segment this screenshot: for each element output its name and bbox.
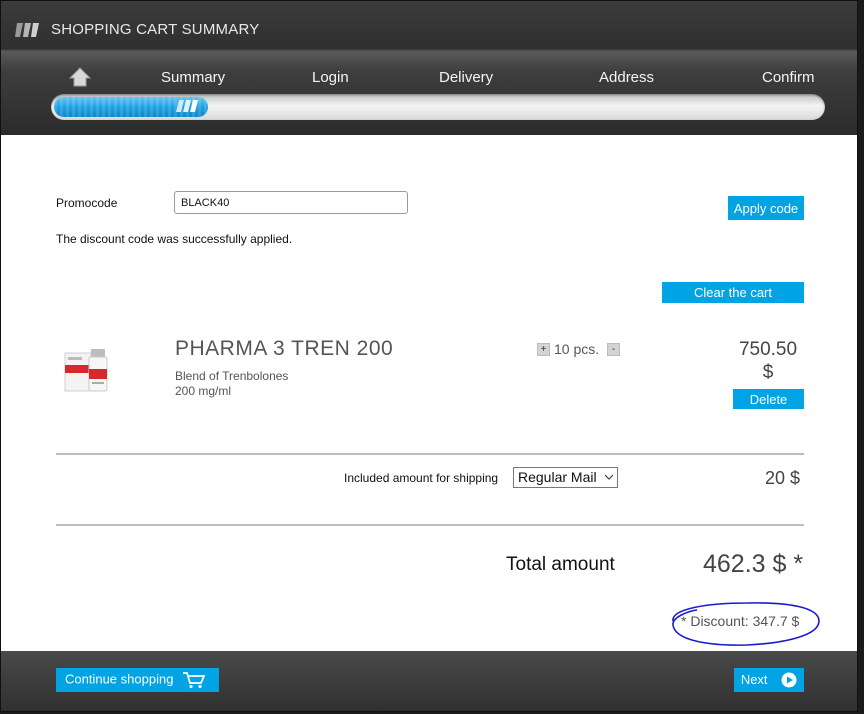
discount-note: * Discount: 347.7 $ [681,613,800,629]
quantity-value: 10 pcs. [554,341,600,357]
promocode-label: Promocode [56,196,118,210]
delete-item-button[interactable]: Delete [733,389,804,409]
chevron-down-icon [605,474,613,480]
product-description-line2: 200 mg/ml [175,384,232,398]
apply-code-button[interactable]: Apply code [728,196,804,220]
clear-cart-button[interactable]: Clear the cart [662,282,804,303]
continue-shopping-label: Continue shopping [65,671,174,687]
step-login[interactable]: Login [312,69,349,86]
item-price-amount: 750.50 [738,339,798,360]
next-button[interactable]: Next [734,668,804,692]
page-title: SHOPPING CART SUMMARY [51,21,260,38]
product-image[interactable] [63,345,115,397]
step-delivery[interactable]: Delivery [439,69,493,86]
total-value: 462.3 $ * [703,550,804,578]
next-label: Next [740,671,768,687]
cart-icon [183,672,206,689]
progress-marker-icon [176,100,198,112]
header-bar: SHOPPING CART SUMMARY Summary Login Deli… [1,1,857,135]
total-label: Total amount [506,554,615,575]
product-name[interactable]: PHARMA 3 TREN 200 [175,337,393,361]
quantity-decrease-button[interactable]: - [607,343,620,356]
shipping-method-select[interactable]: Regular Mail [513,467,618,488]
product-description: Blend of Trenbolones 200 mg/ml [175,369,288,399]
item-price: 750.50 $ [723,338,813,384]
shipping-price: 20 $ [765,468,801,488]
item-price-currency: $ [762,362,774,383]
step-summary[interactable]: Summary [161,69,225,86]
continue-shopping-button[interactable]: Continue shopping [56,668,219,692]
step-address[interactable]: Address [599,69,654,86]
divider [56,524,804,526]
shipping-method-selected: Regular Mail [518,469,597,485]
footer-bar: Continue shopping Next [1,651,857,711]
promo-success-message: The discount code was successfully appli… [56,232,293,246]
cart-window: SHOPPING CART SUMMARY Summary Login Deli… [0,0,858,712]
step-confirm[interactable]: Confirm [762,69,815,86]
product-description-line1: Blend of Trenbolones [175,369,289,383]
play-circle-icon [781,672,797,688]
promocode-input[interactable] [174,191,408,214]
quantity-increase-button[interactable]: + [537,343,550,356]
divider [56,453,804,455]
logo-icon [15,23,39,37]
shipping-label: Included amount for shipping [344,471,499,485]
home-icon[interactable] [69,67,91,87]
